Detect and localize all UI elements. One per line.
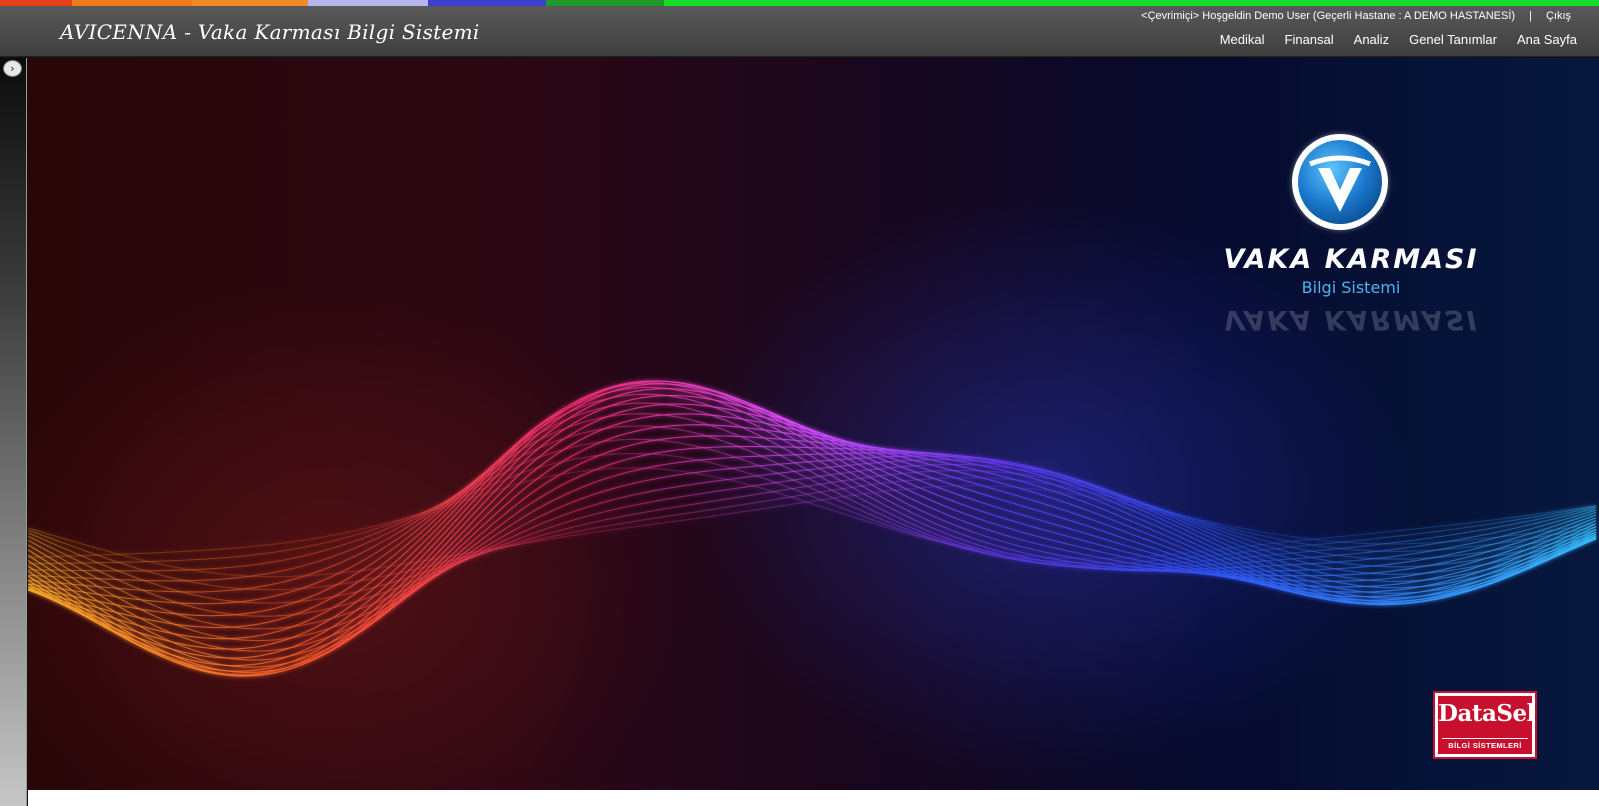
nav-item-genel-tanimlar[interactable]: Genel Tanımlar — [1409, 32, 1497, 47]
nav-item-ana-sayfa[interactable]: Ana Sayfa — [1517, 32, 1577, 47]
wave-line — [28, 452, 1597, 565]
nav-item-medikal[interactable]: Medikal — [1220, 32, 1265, 47]
wave-line — [28, 435, 1597, 668]
brand-title-reflection: VAKA KARMASI — [1223, 304, 1479, 335]
vendor-name: DataSel — [1438, 700, 1535, 727]
user-status: <Çevrimiçi> Hoşgeldin Demo User (Geçerli… — [1141, 10, 1516, 22]
wave-line — [28, 413, 1597, 676]
vendor-tagline: BİLGİ SİSTEMLERİ — [1442, 738, 1528, 750]
user-bar-separator: | — [1529, 10, 1532, 22]
vendor-logo: DataSel BİLGİ SİSTEMLERİ — [1433, 691, 1537, 759]
brand-subtitle: Bilgi Sistemi — [1301, 278, 1401, 297]
bottom-bar — [28, 790, 1599, 806]
nav-item-finansal[interactable]: Finansal — [1285, 32, 1334, 47]
app-header: AVICENNA - Vaka Karması Bilgi Sistemi <Ç… — [0, 6, 1599, 57]
wave-line — [28, 469, 1597, 604]
wave-line — [28, 380, 1597, 650]
main-nav: Medikal Finansal Analiz Genel Tanımlar A… — [1220, 32, 1577, 47]
v-shield-logo-icon — [1292, 134, 1388, 230]
app-title: AVICENNA - Vaka Karması Bilgi Sistemi — [60, 20, 480, 44]
wave-line — [28, 393, 1597, 617]
chevron-right-icon[interactable]: › — [3, 60, 22, 77]
brand-title: VAKA KARMASI — [1223, 244, 1479, 275]
wave-line — [28, 455, 1597, 642]
wave-line — [28, 438, 1597, 572]
nav-item-analiz[interactable]: Analiz — [1354, 32, 1389, 47]
user-bar: <Çevrimiçi> Hoşgeldin Demo User (Geçerli… — [1141, 10, 1571, 22]
vendor-logo-badge: DataSel BİLGİ SİSTEMLERİ — [1438, 696, 1535, 754]
wave-line — [28, 467, 1597, 560]
collapsed-sidebar: › — [0, 58, 27, 806]
wave-line — [28, 452, 1597, 652]
home-splash: VAKA KARMASI Bilgi Sistemi VAKA KARMASI … — [28, 58, 1599, 790]
logout-link[interactable]: Çıkış — [1546, 10, 1571, 22]
